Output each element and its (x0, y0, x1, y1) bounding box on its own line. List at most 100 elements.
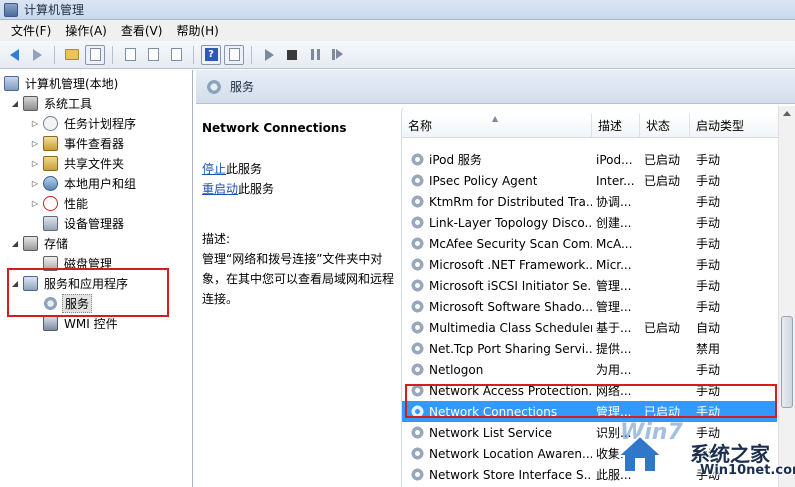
toolbar-separator (193, 45, 194, 64)
tree-item-services-apps[interactable]: ◢ 服务和应用程序 (10, 274, 130, 293)
service-startup-type: 手动 (696, 195, 721, 209)
tree-item-local-users[interactable]: ▷ 本地用户和组 (30, 174, 138, 193)
device-manager-icon (43, 216, 58, 231)
forward-button[interactable] (27, 45, 47, 65)
refresh-button[interactable] (143, 45, 163, 65)
tree-item-disk-management[interactable]: 磁盘管理 (43, 254, 114, 273)
stop-service-button[interactable] (282, 45, 302, 65)
service-name: Microsoft iSCSI Initiator Se... (429, 278, 592, 293)
service-row[interactable]: KtmRm for Distributed Tra... 协调... 手动 (402, 191, 777, 212)
tree-item-root[interactable]: 计算机管理(本地) (4, 74, 120, 93)
service-row[interactable]: Network List Service 识别... 手动 (402, 422, 777, 443)
column-header-desc[interactable]: 描述 (592, 114, 640, 138)
service-row[interactable]: Network Access Protection... 网络... 手动 (402, 380, 777, 401)
properties-button[interactable] (120, 45, 140, 65)
service-row[interactable]: Microsoft .NET Framework... Micr... 手动 (402, 254, 777, 275)
start-service-button[interactable] (259, 45, 279, 65)
service-row[interactable]: Microsoft Software Shado... 管理... 手动 (402, 296, 777, 317)
show-hide-action-pane-button[interactable] (224, 44, 244, 65)
service-gear-icon (410, 278, 425, 293)
export-button[interactable] (166, 45, 186, 65)
tree-item-wmi[interactable]: WMI 控件 (43, 314, 120, 333)
tree-item-shared-folders[interactable]: ▷ 共享文件夹 (30, 154, 126, 173)
service-description: 管理... (596, 279, 632, 293)
column-header-name[interactable]: 名称 ▲ (402, 114, 592, 138)
expand-arrow-icon[interactable]: ▷ (30, 159, 40, 168)
stop-service-link[interactable]: 停止 (202, 162, 226, 176)
users-icon (43, 176, 58, 191)
service-row[interactable]: McAfee Security Scan Com... McA... 手动 (402, 233, 777, 254)
restart-service-link[interactable]: 重启动 (202, 182, 238, 196)
service-name: Network Connections (429, 404, 558, 419)
toolbar-separator (112, 45, 113, 64)
service-name: iPod 服务 (429, 153, 482, 167)
menu-action[interactable]: 操作(A) (58, 22, 114, 39)
restart-icon (332, 49, 344, 60)
tree-item-storage[interactable]: ◢ 存储 (10, 234, 70, 253)
export-list-icon (170, 48, 182, 61)
service-gear-icon (410, 341, 425, 356)
collapse-arrow-icon[interactable]: ◢ (10, 279, 20, 288)
toolbar: ? (0, 41, 795, 69)
up-level-button[interactable] (62, 45, 82, 65)
service-name-cell: Microsoft iSCSI Initiator Se... (402, 278, 592, 293)
back-button[interactable] (4, 45, 24, 65)
service-row[interactable]: Netlogon 为用... 手动 (402, 359, 777, 380)
service-row[interactable]: iPod 服务 iPod... 已启动 手动 (402, 149, 777, 170)
service-row[interactable]: Network Location Awaren... 收集... 手动 (402, 443, 777, 464)
tree-item-performance[interactable]: ▷ 性能 (30, 194, 90, 213)
stop-icon (287, 49, 297, 60)
service-name-cell: Network List Service (402, 425, 592, 440)
menu-help[interactable]: 帮助(H) (169, 22, 225, 39)
menu-file[interactable]: 文件(F) (4, 22, 58, 39)
pause-service-button[interactable] (305, 45, 325, 65)
service-row[interactable]: Network Connections 管理... 已启动 手动 (402, 401, 777, 422)
collapse-arrow-icon[interactable]: ◢ (10, 239, 20, 248)
tree-item-label: 性能 (64, 197, 89, 211)
collapse-arrow-icon[interactable]: ◢ (10, 99, 20, 108)
column-header-startup[interactable]: 启动类型 (690, 114, 779, 138)
scrollbar-thumb[interactable] (781, 316, 793, 408)
service-name: KtmRm for Distributed Tra... (429, 194, 592, 209)
column-header-status[interactable]: 状态 (640, 114, 690, 138)
window-title: 计算机管理 (24, 3, 85, 17)
tree-item-event-viewer[interactable]: ▷ 事件查看器 (30, 134, 126, 153)
service-row[interactable]: Link-Layer Topology Disco... 创建... 手动 (402, 212, 777, 233)
expand-arrow-icon[interactable]: ▷ (30, 199, 40, 208)
service-row[interactable]: IPsec Policy Agent Inter... 已启动 手动 (402, 170, 777, 191)
show-hide-tree-button[interactable] (85, 44, 105, 65)
service-startup-type: 手动 (696, 426, 721, 440)
service-startup-type: 手动 (696, 468, 721, 482)
expand-arrow-icon[interactable]: ▷ (30, 179, 40, 188)
tree-item-task-scheduler[interactable]: ▷ 任务计划程序 (30, 114, 138, 133)
service-row[interactable]: Microsoft iSCSI Initiator Se... 管理... 手动 (402, 275, 777, 296)
expand-arrow-icon[interactable]: ▷ (30, 139, 40, 148)
service-row[interactable]: Multimedia Class Scheduler 基于... 已启动 自动 (402, 317, 777, 338)
service-row[interactable]: Net.Tcp Port Sharing Servi... 提供... 禁用 (402, 338, 777, 359)
tree-item-device-manager[interactable]: 设备管理器 (43, 214, 126, 233)
tree-item-services[interactable]: 服务 (43, 294, 93, 313)
help-button[interactable]: ? (201, 44, 221, 65)
service-name-cell: KtmRm for Distributed Tra... (402, 194, 592, 209)
service-row[interactable]: Network Store Interface S... 此服... 手动 (402, 464, 777, 485)
vertical-scrollbar[interactable] (778, 106, 795, 487)
scroll-up-icon[interactable] (783, 111, 791, 116)
action-pane-icon (228, 48, 240, 61)
expand-arrow-icon[interactable]: ▷ (30, 119, 40, 128)
extended-description-pane: Network Connections 停止此服务 重启动此服务 描述: 管理“… (196, 105, 401, 487)
selected-service-title: Network Connections (202, 121, 347, 135)
services-pane: 服务 Network Connections 停止此服务 重启动此服务 描述: … (196, 70, 795, 487)
tree-item-label: 存储 (44, 237, 69, 251)
service-gear-icon (410, 257, 425, 272)
tools-icon (23, 96, 38, 111)
restart-service-button[interactable] (328, 45, 348, 65)
menu-view[interactable]: 查看(V) (114, 22, 170, 39)
service-name-cell: Netlogon (402, 362, 592, 377)
stop-service-action: 停止此服务 (202, 159, 395, 179)
service-startup-type: 手动 (696, 447, 721, 461)
service-name: IPsec Policy Agent (429, 173, 538, 188)
service-startup-type: 手动 (696, 237, 721, 251)
service-name: Link-Layer Topology Disco... (429, 215, 592, 230)
services-list: 名称 ▲ 描述 状态 启动类型 iPod 服务 iPod... 已启动 手动 IPsec… (401, 106, 795, 487)
tree-item-system-tools[interactable]: ◢ 系统工具 (10, 94, 94, 113)
